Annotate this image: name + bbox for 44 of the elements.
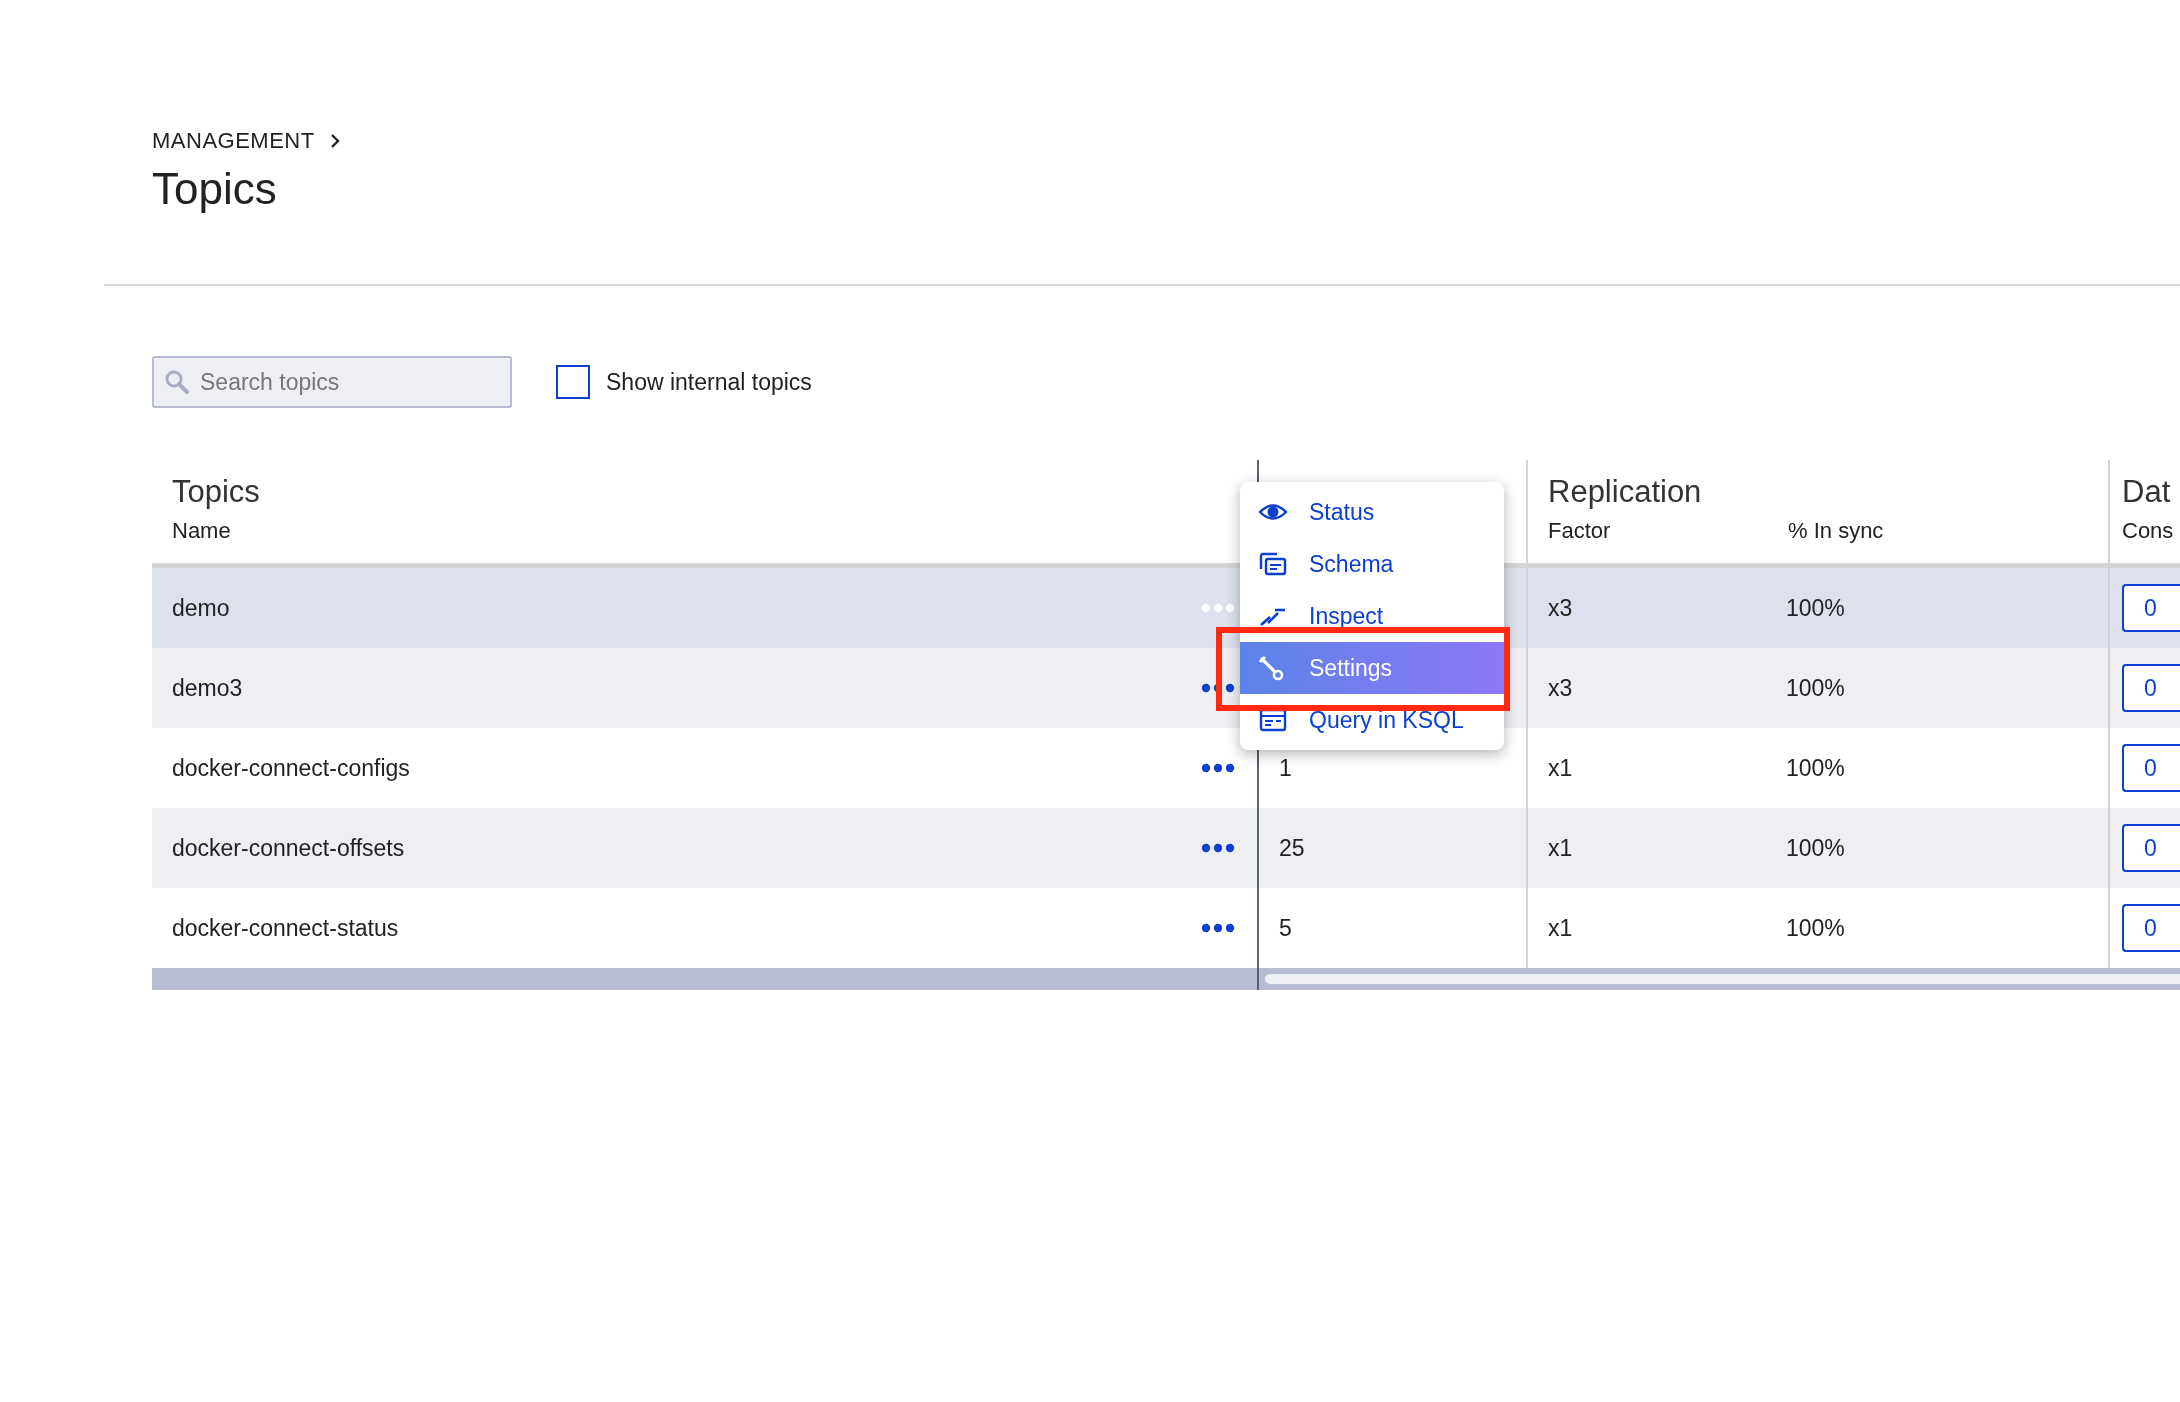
consumers-button[interactable]: 0 [2122, 584, 2180, 632]
table-cell: x1 [1548, 754, 1573, 782]
table-cell: x3 [1548, 594, 1573, 622]
checkbox-label: Show internal topics [606, 368, 812, 396]
topic-name[interactable]: docker-connect-status [172, 914, 399, 942]
menu-item[interactable]: Inspect [1240, 590, 1504, 642]
chevron-icon [328, 132, 341, 150]
topic-name[interactable]: docker-connect-configs [172, 754, 410, 782]
table-cell: 100% [1786, 754, 1845, 782]
schema-icon [1258, 551, 1288, 577]
scrollbar-track[interactable] [152, 968, 2180, 990]
column-group-header: Dat [2122, 474, 2172, 510]
column-group-header: Topics [172, 474, 261, 510]
table-row[interactable]: docker-connect-offsets 25 x1 100% 0 [152, 808, 2180, 888]
table-cell: x1 [1548, 834, 1573, 862]
table-cell: 5 [1279, 914, 1292, 942]
table-cell: 100% [1786, 674, 1845, 702]
column-header: Factor [1548, 518, 1612, 544]
column-group-header: Replication [1548, 474, 1703, 510]
table-cell: 25 [1279, 834, 1305, 862]
breadcrumb-link[interactable]: MANAGEMENT [152, 128, 315, 154]
table-cell: 100% [1786, 594, 1845, 622]
column-header: Name [172, 518, 232, 544]
topic-name[interactable]: demo [172, 594, 230, 622]
consumers-button[interactable]: 0 [2122, 664, 2180, 712]
consumers-button[interactable]: 0 [2122, 744, 2180, 792]
search-field[interactable]: Search topics [152, 356, 512, 408]
table-cell: 1 [1279, 754, 1292, 782]
scrollbar-thumb[interactable] [1265, 974, 2180, 984]
topic-name[interactable]: demo3 [172, 674, 243, 702]
consumers-button[interactable]: 0 [2122, 824, 2180, 872]
menu-item[interactable]: Settings [1240, 642, 1504, 694]
search-icon [164, 369, 190, 395]
table-cell: 100% [1786, 914, 1845, 942]
topic-name[interactable]: docker-connect-offsets [172, 834, 405, 862]
menu-item[interactable]: Status [1240, 486, 1504, 538]
table-cell: x3 [1548, 674, 1573, 702]
table-cell: 100% [1786, 834, 1845, 862]
column-header: % In sync [1788, 518, 1884, 544]
page-title: Topics [152, 164, 278, 214]
checkbox[interactable] [556, 365, 590, 399]
column-header: Cons [2122, 518, 2175, 544]
consumers-button[interactable]: 0 [2122, 904, 2180, 952]
table-cell: x1 [1548, 914, 1573, 942]
